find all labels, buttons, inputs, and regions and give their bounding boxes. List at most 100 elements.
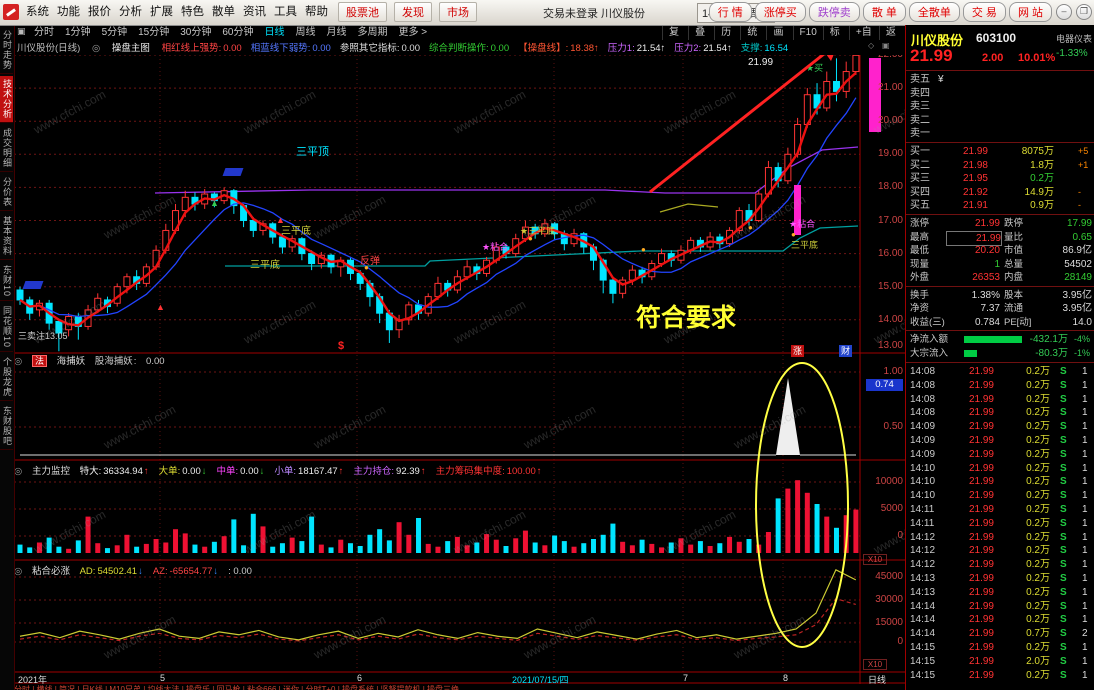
period-tab-15分钟[interactable]: 15分钟 [138, 25, 169, 40]
tick-row[interactable]: 14:15 21.99 0.2万 S 1 [906, 669, 1094, 683]
tick-row[interactable]: 14:09 21.99 0.2万 S 1 [906, 420, 1094, 434]
ask-level-row: 卖五 ¥ [906, 73, 1094, 87]
sidebar-item-成交明细[interactable]: 成交明细 [0, 125, 13, 172]
tick-count: 1 [1082, 531, 1088, 543]
currency-icon[interactable]: ¥ [938, 73, 944, 86]
panel-header-nianhe[interactable]: ◎ 粘合必涨 AD: 54502.41↓ AZ: -65654.77↓: 0.00 [14, 563, 860, 577]
stat-value: 1.38% [971, 289, 1000, 301]
tick-row[interactable]: 14:09 21.99 0.2万 S 1 [906, 448, 1094, 462]
tick-count: 1 [1082, 559, 1088, 571]
tick-row[interactable]: 14:12 21.99 0.2万 S 1 [906, 558, 1094, 572]
maximize-button[interactable]: ❐ [1076, 4, 1092, 20]
tick-row[interactable]: 14:08 21.99 0.2万 S 1 [906, 393, 1094, 407]
period-tab-30分钟[interactable]: 30分钟 [180, 25, 211, 40]
tick-row[interactable]: 14:08 21.99 0.2万 S 1 [906, 406, 1094, 420]
quick-button-股票池[interactable]: 股票池 [338, 2, 387, 22]
trade-button-跌停卖[interactable]: 跌停卖 [808, 2, 860, 22]
period-tab-月线[interactable]: 月线 [327, 25, 347, 40]
sidebar-item-技术分析[interactable]: 技术分析 [0, 76, 13, 123]
menu-item-分析[interactable]: 分析 [115, 0, 146, 24]
period-tab-分时[interactable]: 分时 [34, 25, 54, 40]
tick-row[interactable]: 14:14 21.99 0.7万 S 2 [906, 627, 1094, 641]
period-tab-5分钟[interactable]: 5分钟 [102, 25, 128, 40]
period-tab-周线[interactable]: 周线 [296, 25, 316, 40]
collapse-icon[interactable]: ◎ [14, 466, 22, 477]
tick-row[interactable]: 14:14 21.99 0.2万 S 1 [906, 613, 1094, 627]
tick-row[interactable]: 14:15 21.99 2.0万 S 1 [906, 655, 1094, 669]
quick-button-发现[interactable]: 发现 [394, 2, 432, 22]
panel-icon[interactable]: ▣ [882, 41, 890, 50]
tick-row[interactable]: 14:13 21.99 0.2万 S 1 [906, 586, 1094, 600]
menu-item-资讯[interactable]: 资讯 [239, 0, 270, 24]
collapse-icon[interactable]: ◎ [92, 43, 100, 54]
menu-item-散单[interactable]: 散单 [208, 0, 239, 24]
sidebar-item-分时走势[interactable]: 分时走势 [0, 27, 13, 74]
tick-row[interactable]: 14:10 21.99 0.2万 S 1 [906, 462, 1094, 476]
menu-item-帮助[interactable]: 帮助 [301, 0, 332, 24]
period-tab-日线[interactable]: 日线 [265, 25, 285, 40]
trade-button-涨停买[interactable]: 涨停买 [754, 2, 806, 22]
sidebar-item-东财股吧[interactable]: 东财股吧 [0, 403, 13, 451]
tick-side-flag: S [1060, 600, 1067, 612]
timeline[interactable]: 2021年 5 6 2021/07/15/四 7 8 [14, 672, 905, 685]
sidebar-item-分价表[interactable]: 分价表 [0, 174, 13, 211]
diamond-icon[interactable]: ◇ [868, 41, 874, 50]
minimize-button[interactable]: – [1056, 4, 1072, 20]
tick-row[interactable]: 14:08 21.99 0.2万 S 1 [906, 365, 1094, 379]
tick-row[interactable]: 14:15 21.99 0.2万 S 1 [906, 641, 1094, 655]
menu-item-扩展[interactable]: 扩展 [146, 0, 177, 24]
trade-button-全散单[interactable]: 全散单 [908, 2, 960, 22]
screen-icon[interactable]: ▣ [17, 26, 26, 37]
industry-label[interactable]: 电器仪表 [1056, 32, 1092, 45]
stat-row: 净资 7.37 流通 3.95亿 [906, 302, 1094, 316]
trade-button-散单[interactable]: 散 单 [862, 2, 906, 22]
tick-row[interactable]: 14:12 21.99 0.2万 S 1 [906, 531, 1094, 545]
sidebar-item-东财10[interactable]: 东财10 [0, 262, 13, 302]
trade-button-交易[interactable]: 交 易 [962, 2, 1006, 22]
bid-price: 21.91 [962, 200, 988, 211]
tick-row[interactable]: 14:10 21.99 0.2万 S 1 [906, 475, 1094, 489]
chart-annotation: ★粘合 [482, 242, 509, 252]
panel-header-zhuli[interactable]: ◎ 主力监控 特大: 36334.94↑ 大单: 0.00↓ 中单: 0.00↓ 小单: 18… [14, 463, 860, 477]
period-tab-多周期[interactable]: 多周期 [358, 25, 388, 40]
bid-label: 买五 [910, 200, 930, 211]
tick-row[interactable]: 14:14 21.99 0.2万 S 1 [906, 600, 1094, 614]
flow-label: 大宗流入 [910, 348, 949, 359]
sidebar-item-个股龙虎[interactable]: 个股龙虎 [0, 354, 13, 402]
collapse-icon[interactable]: ◎ [14, 566, 22, 577]
ask-label: 卖四 [910, 87, 930, 99]
tick-row[interactable]: 14:09 21.99 0.2万 S 1 [906, 434, 1094, 448]
menu-item-工具[interactable]: 工具 [270, 0, 301, 24]
quick-button-市场[interactable]: 市场 [439, 2, 477, 22]
menu-item-报价[interactable]: 报价 [84, 0, 115, 24]
period-tab-60分钟[interactable]: 60分钟 [222, 25, 253, 40]
nianhe-scale-label: 30000 [875, 594, 903, 605]
tick-row[interactable]: 14:08 21.99 0.2万 S 1 [906, 379, 1094, 393]
timeline-label: 5 [160, 673, 166, 683]
panel-header-buyao[interactable]: ◎ 法 海捕妖 股海捕妖: 0.00 [14, 353, 860, 367]
param-label: 压力1: [607, 43, 635, 54]
tick-price: 21.99 [968, 366, 994, 377]
sidebar-item-基本资料[interactable]: 基本资料 [0, 213, 13, 260]
menu-item-系统[interactable]: 系统 [22, 0, 53, 24]
tick-volume: 0.2万 [1026, 366, 1050, 377]
menu-item-功能[interactable]: 功能 [53, 0, 84, 24]
tick-time: 14:08 [910, 379, 936, 391]
tick-row[interactable]: 14:10 21.99 0.2万 S 1 [906, 489, 1094, 503]
tick-count: 1 [1082, 366, 1088, 377]
collapse-icon[interactable]: ◎ [14, 356, 22, 367]
menu-item-特色[interactable]: 特色 [177, 0, 208, 24]
period-tab-1分钟[interactable]: 1分钟 [65, 25, 91, 40]
trade-button-行情[interactable]: 行 情 [708, 2, 752, 22]
trade-button-网站[interactable]: 网 站 [1008, 2, 1052, 22]
tick-row[interactable]: 14:11 21.99 0.2万 S 1 [906, 517, 1094, 531]
stat-value: 3.95亿 [1062, 289, 1092, 301]
price-change-pct: 10.01% [1018, 52, 1056, 64]
tick-row[interactable]: 14:13 21.99 0.2万 S 1 [906, 572, 1094, 586]
sidebar-item-同花顺10[interactable]: 同花顺10 [0, 303, 13, 353]
tick-row[interactable]: 14:11 21.99 0.2万 S 1 [906, 503, 1094, 517]
bottom-tab-strip[interactable]: 分时 | 横线 | 简况 | 日K线 | M10兄弟 | 均线大法 | 操盘乐 … [14, 684, 905, 690]
period-tab-更多 >[interactable]: 更多 > [399, 25, 428, 40]
tick-row[interactable]: 14:12 21.99 0.2万 S 1 [906, 544, 1094, 558]
flow-bar [964, 350, 977, 357]
